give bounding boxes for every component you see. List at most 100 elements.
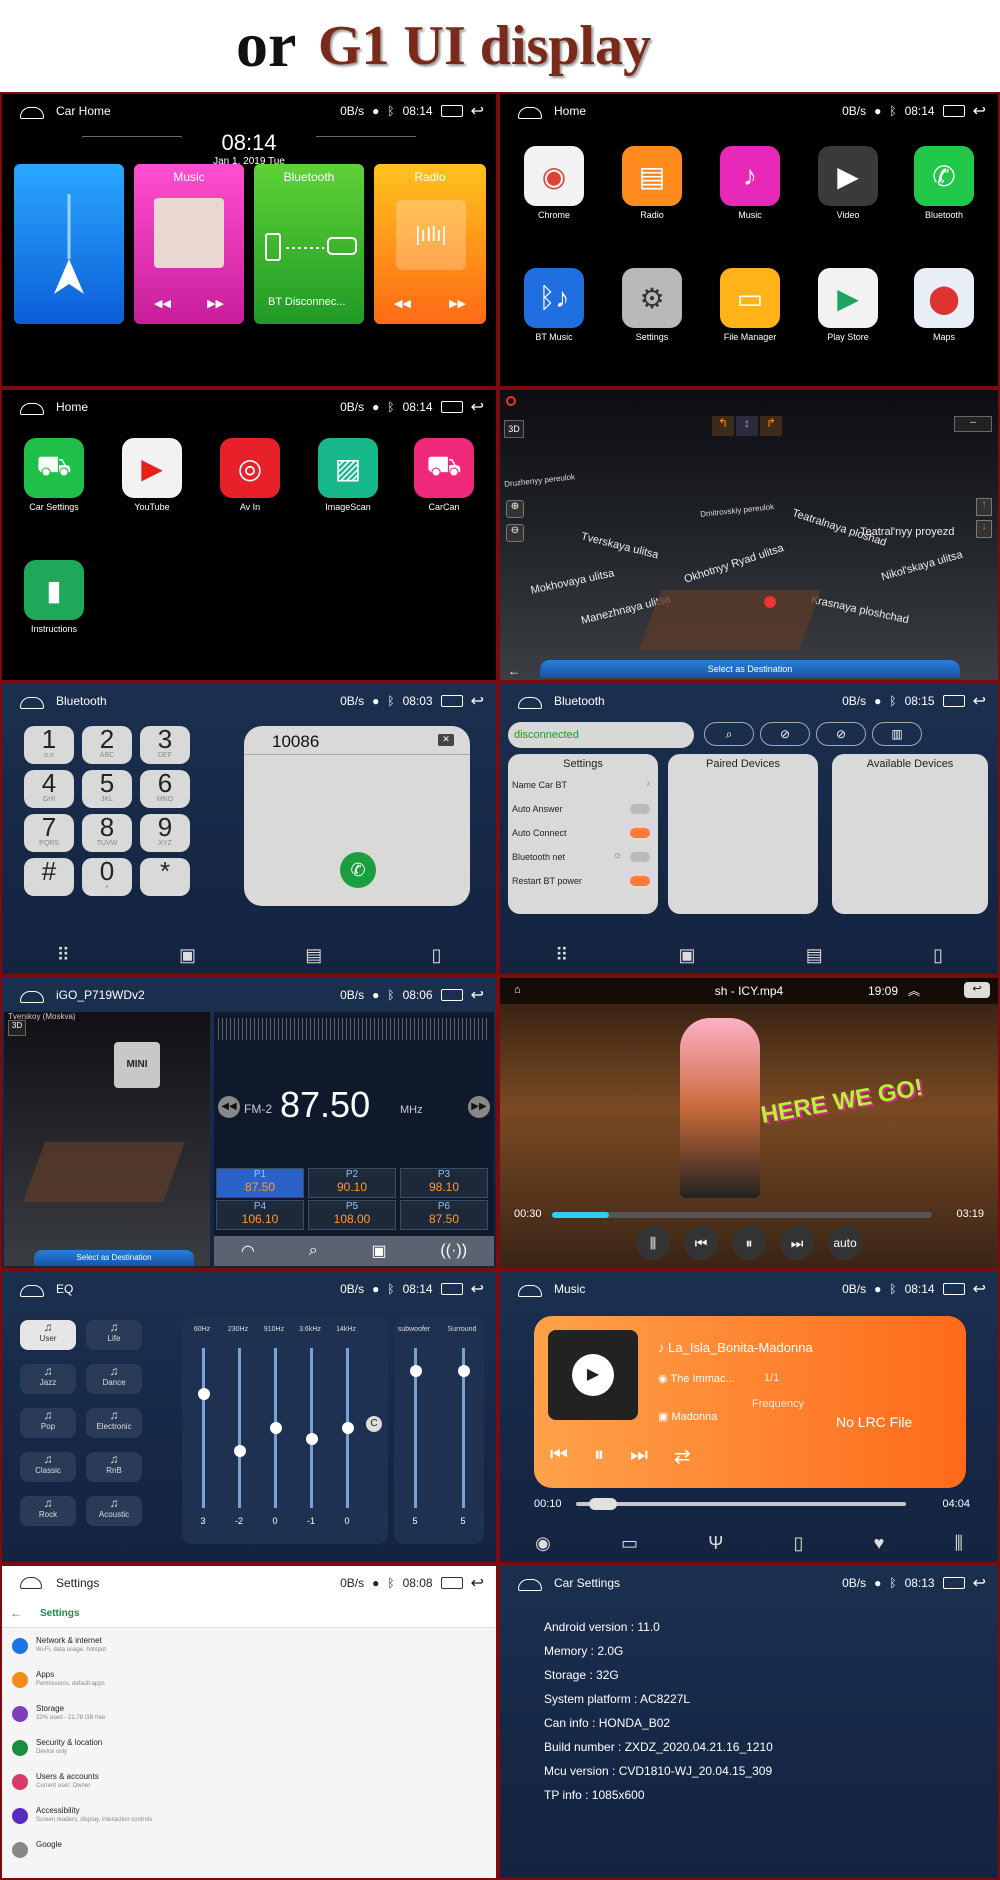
back-arrow-icon[interactable]: ← bbox=[10, 1606, 22, 1620]
back-icon[interactable]: ↩ bbox=[471, 101, 484, 121]
recent-apps-icon[interactable] bbox=[440, 105, 463, 117]
settings-gear-icon[interactable]: ⚙ bbox=[622, 268, 682, 328]
home-icon[interactable] bbox=[20, 105, 44, 119]
dialpad-icon[interactable]: ⠿ bbox=[57, 945, 70, 966]
play-circle-icon[interactable]: ◉ bbox=[535, 1533, 551, 1554]
auto-answer-toggle[interactable] bbox=[630, 804, 650, 814]
video-icon[interactable]: ▶ bbox=[818, 146, 878, 206]
settings-row[interactable]: Google bbox=[2, 1836, 496, 1866]
rds-icon[interactable]: ◠ bbox=[241, 1241, 255, 1261]
bluetooth-tile[interactable]: Bluetooth BT Disconnec... bbox=[254, 164, 364, 324]
collapse-icon[interactable]: ︽ bbox=[908, 982, 920, 999]
next-icon[interactable]: ▶▶ bbox=[207, 297, 224, 310]
radio-icon[interactable]: ▤ bbox=[622, 146, 682, 206]
settings-row[interactable]: Network & internet Wi-Fi, data usage, hot… bbox=[2, 1632, 496, 1662]
3d-toggle[interactable]: 3D bbox=[504, 420, 524, 438]
back-icon[interactable]: ↩ bbox=[973, 691, 986, 711]
folder-icon[interactable]: ▭ bbox=[720, 268, 780, 328]
settings-row[interactable]: Users & accounts Current user: Owner bbox=[2, 1768, 496, 1798]
keypad-key[interactable]: # bbox=[24, 858, 74, 896]
prev-icon[interactable]: ◀◀ bbox=[154, 297, 171, 310]
zoom-in-icon[interactable]: ⊕ bbox=[506, 500, 524, 518]
search-icon[interactable]: ⌕ bbox=[309, 1242, 318, 1260]
chrome-icon[interactable]: ◉ bbox=[524, 146, 584, 206]
recent-apps-icon[interactable] bbox=[942, 1577, 965, 1589]
seek-forward-icon[interactable]: ▶▶ bbox=[468, 1096, 490, 1118]
home-icon[interactable] bbox=[20, 1577, 42, 1589]
keypad-key[interactable]: 6 MNO bbox=[140, 770, 190, 808]
dialpad-icon[interactable]: ⠿ bbox=[555, 945, 568, 966]
book-icon[interactable]: ▮ bbox=[24, 560, 84, 620]
settings-row[interactable]: Accessibility Screen readers, display, in… bbox=[2, 1802, 496, 1832]
preset-button[interactable]: P4 106.10 bbox=[216, 1200, 304, 1230]
sd-card-icon[interactable]: ▯ bbox=[794, 1533, 804, 1554]
zoom-out-icon[interactable]: ⊖ bbox=[506, 524, 524, 542]
keypad-key[interactable]: 8 TUVW bbox=[82, 814, 132, 852]
eq-slider-knob[interactable] bbox=[198, 1387, 210, 1400]
eq-slider-track[interactable] bbox=[238, 1348, 241, 1508]
preset-button[interactable]: P2 90.10 bbox=[308, 1168, 396, 1198]
back-icon[interactable]: ↩ bbox=[471, 397, 484, 417]
home-icon[interactable] bbox=[518, 695, 542, 709]
preset-button[interactable]: P6 87.50 bbox=[400, 1200, 488, 1230]
restart-bt-toggle[interactable] bbox=[630, 876, 650, 886]
unlink-icon[interactable]: ⊘ bbox=[816, 722, 866, 746]
keypad-key[interactable]: 0 + bbox=[82, 858, 132, 896]
recent-apps-icon[interactable] bbox=[942, 1283, 965, 1295]
3d-toggle[interactable]: 3D bbox=[8, 1020, 26, 1036]
radio-tile[interactable]: Radio |ıIlı| ◀◀ ▶▶ bbox=[374, 164, 486, 324]
recent-apps-icon[interactable] bbox=[942, 695, 965, 707]
eq-slider-knob[interactable] bbox=[270, 1422, 282, 1434]
bt-music-icon[interactable]: ᛒ♪ bbox=[524, 268, 584, 328]
phone-link-icon[interactable]: ▯ bbox=[933, 945, 943, 966]
eq-preset-button[interactable]: ♫ User bbox=[20, 1320, 76, 1350]
back-icon[interactable]: ↩ bbox=[471, 691, 484, 711]
next-icon[interactable]: ⏭ bbox=[630, 1444, 648, 1469]
preset-button[interactable]: P1 87.50 bbox=[216, 1168, 304, 1198]
home-icon[interactable] bbox=[20, 695, 44, 709]
av-in-icon[interactable]: ◎ bbox=[220, 438, 280, 498]
back-icon[interactable]: ↩ bbox=[973, 1279, 986, 1299]
tilt-up-icon[interactable]: ↑ bbox=[976, 498, 992, 516]
bt-name-row[interactable]: Name Car BT bbox=[512, 780, 567, 790]
image-icon[interactable]: ▨ bbox=[318, 438, 378, 498]
previous-icon[interactable]: ⏮ bbox=[684, 1226, 718, 1260]
antenna-icon[interactable]: ((·)) bbox=[440, 1242, 467, 1260]
recent-apps-icon[interactable] bbox=[440, 989, 463, 1001]
keypad-key[interactable]: * bbox=[140, 858, 190, 896]
delete-icon[interactable]: ▥ bbox=[872, 722, 922, 746]
backspace-icon[interactable]: ✕ bbox=[438, 734, 454, 746]
eq-slider-track[interactable] bbox=[310, 1348, 313, 1508]
home-icon[interactable] bbox=[20, 989, 44, 1003]
settings-row[interactable]: Storage 32% used - 21.78 GB free bbox=[2, 1700, 496, 1730]
call-log-icon[interactable]: ▤ bbox=[305, 945, 322, 966]
radio-prev-icon[interactable]: ◀◀ bbox=[394, 297, 411, 310]
pause-icon[interactable]: ⏸ bbox=[594, 1444, 604, 1469]
car-can-icon[interactable]: ⛟ bbox=[414, 438, 474, 498]
back-icon[interactable]: ↩ bbox=[471, 1279, 484, 1299]
menu-button[interactable]: -- bbox=[954, 416, 992, 432]
maps-pin-icon[interactable]: ⬤ bbox=[914, 268, 974, 328]
keypad-key[interactable]: 9 XYZ bbox=[140, 814, 190, 852]
eq-preset-button[interactable]: ♫ Pop bbox=[20, 1408, 76, 1438]
contacts-icon[interactable]: ▣ bbox=[679, 945, 696, 966]
eq-preset-button[interactable]: ♫ Acoustic bbox=[86, 1496, 142, 1526]
eq-preset-button[interactable]: ♫ Jazz bbox=[20, 1364, 76, 1394]
pause-icon[interactable]: ⏸ bbox=[732, 1226, 766, 1260]
back-icon[interactable]: ↩ bbox=[964, 982, 990, 998]
auto-button[interactable]: auto bbox=[828, 1226, 862, 1260]
link-icon[interactable]: ⊘ bbox=[760, 722, 810, 746]
tuning-scale[interactable] bbox=[218, 1018, 490, 1040]
keypad-key[interactable]: 5 JKL bbox=[82, 770, 132, 808]
music-icon[interactable]: ♪ bbox=[720, 146, 780, 206]
search-icon[interactable]: ⌕ bbox=[704, 722, 754, 746]
eq-preset-button[interactable]: ♫ Life bbox=[86, 1320, 142, 1350]
recent-apps-icon[interactable] bbox=[440, 1283, 463, 1295]
back-icon[interactable]: ↩ bbox=[973, 101, 986, 121]
home-icon[interactable] bbox=[518, 1283, 542, 1297]
call-icon[interactable]: ✆ bbox=[340, 852, 376, 888]
next-icon[interactable]: ⏭ bbox=[780, 1226, 814, 1260]
select-destination-button[interactable]: Select as Destination bbox=[34, 1250, 194, 1266]
eq-slider-knob[interactable] bbox=[234, 1444, 246, 1457]
folder-music-icon[interactable]: ▭ bbox=[621, 1533, 638, 1554]
